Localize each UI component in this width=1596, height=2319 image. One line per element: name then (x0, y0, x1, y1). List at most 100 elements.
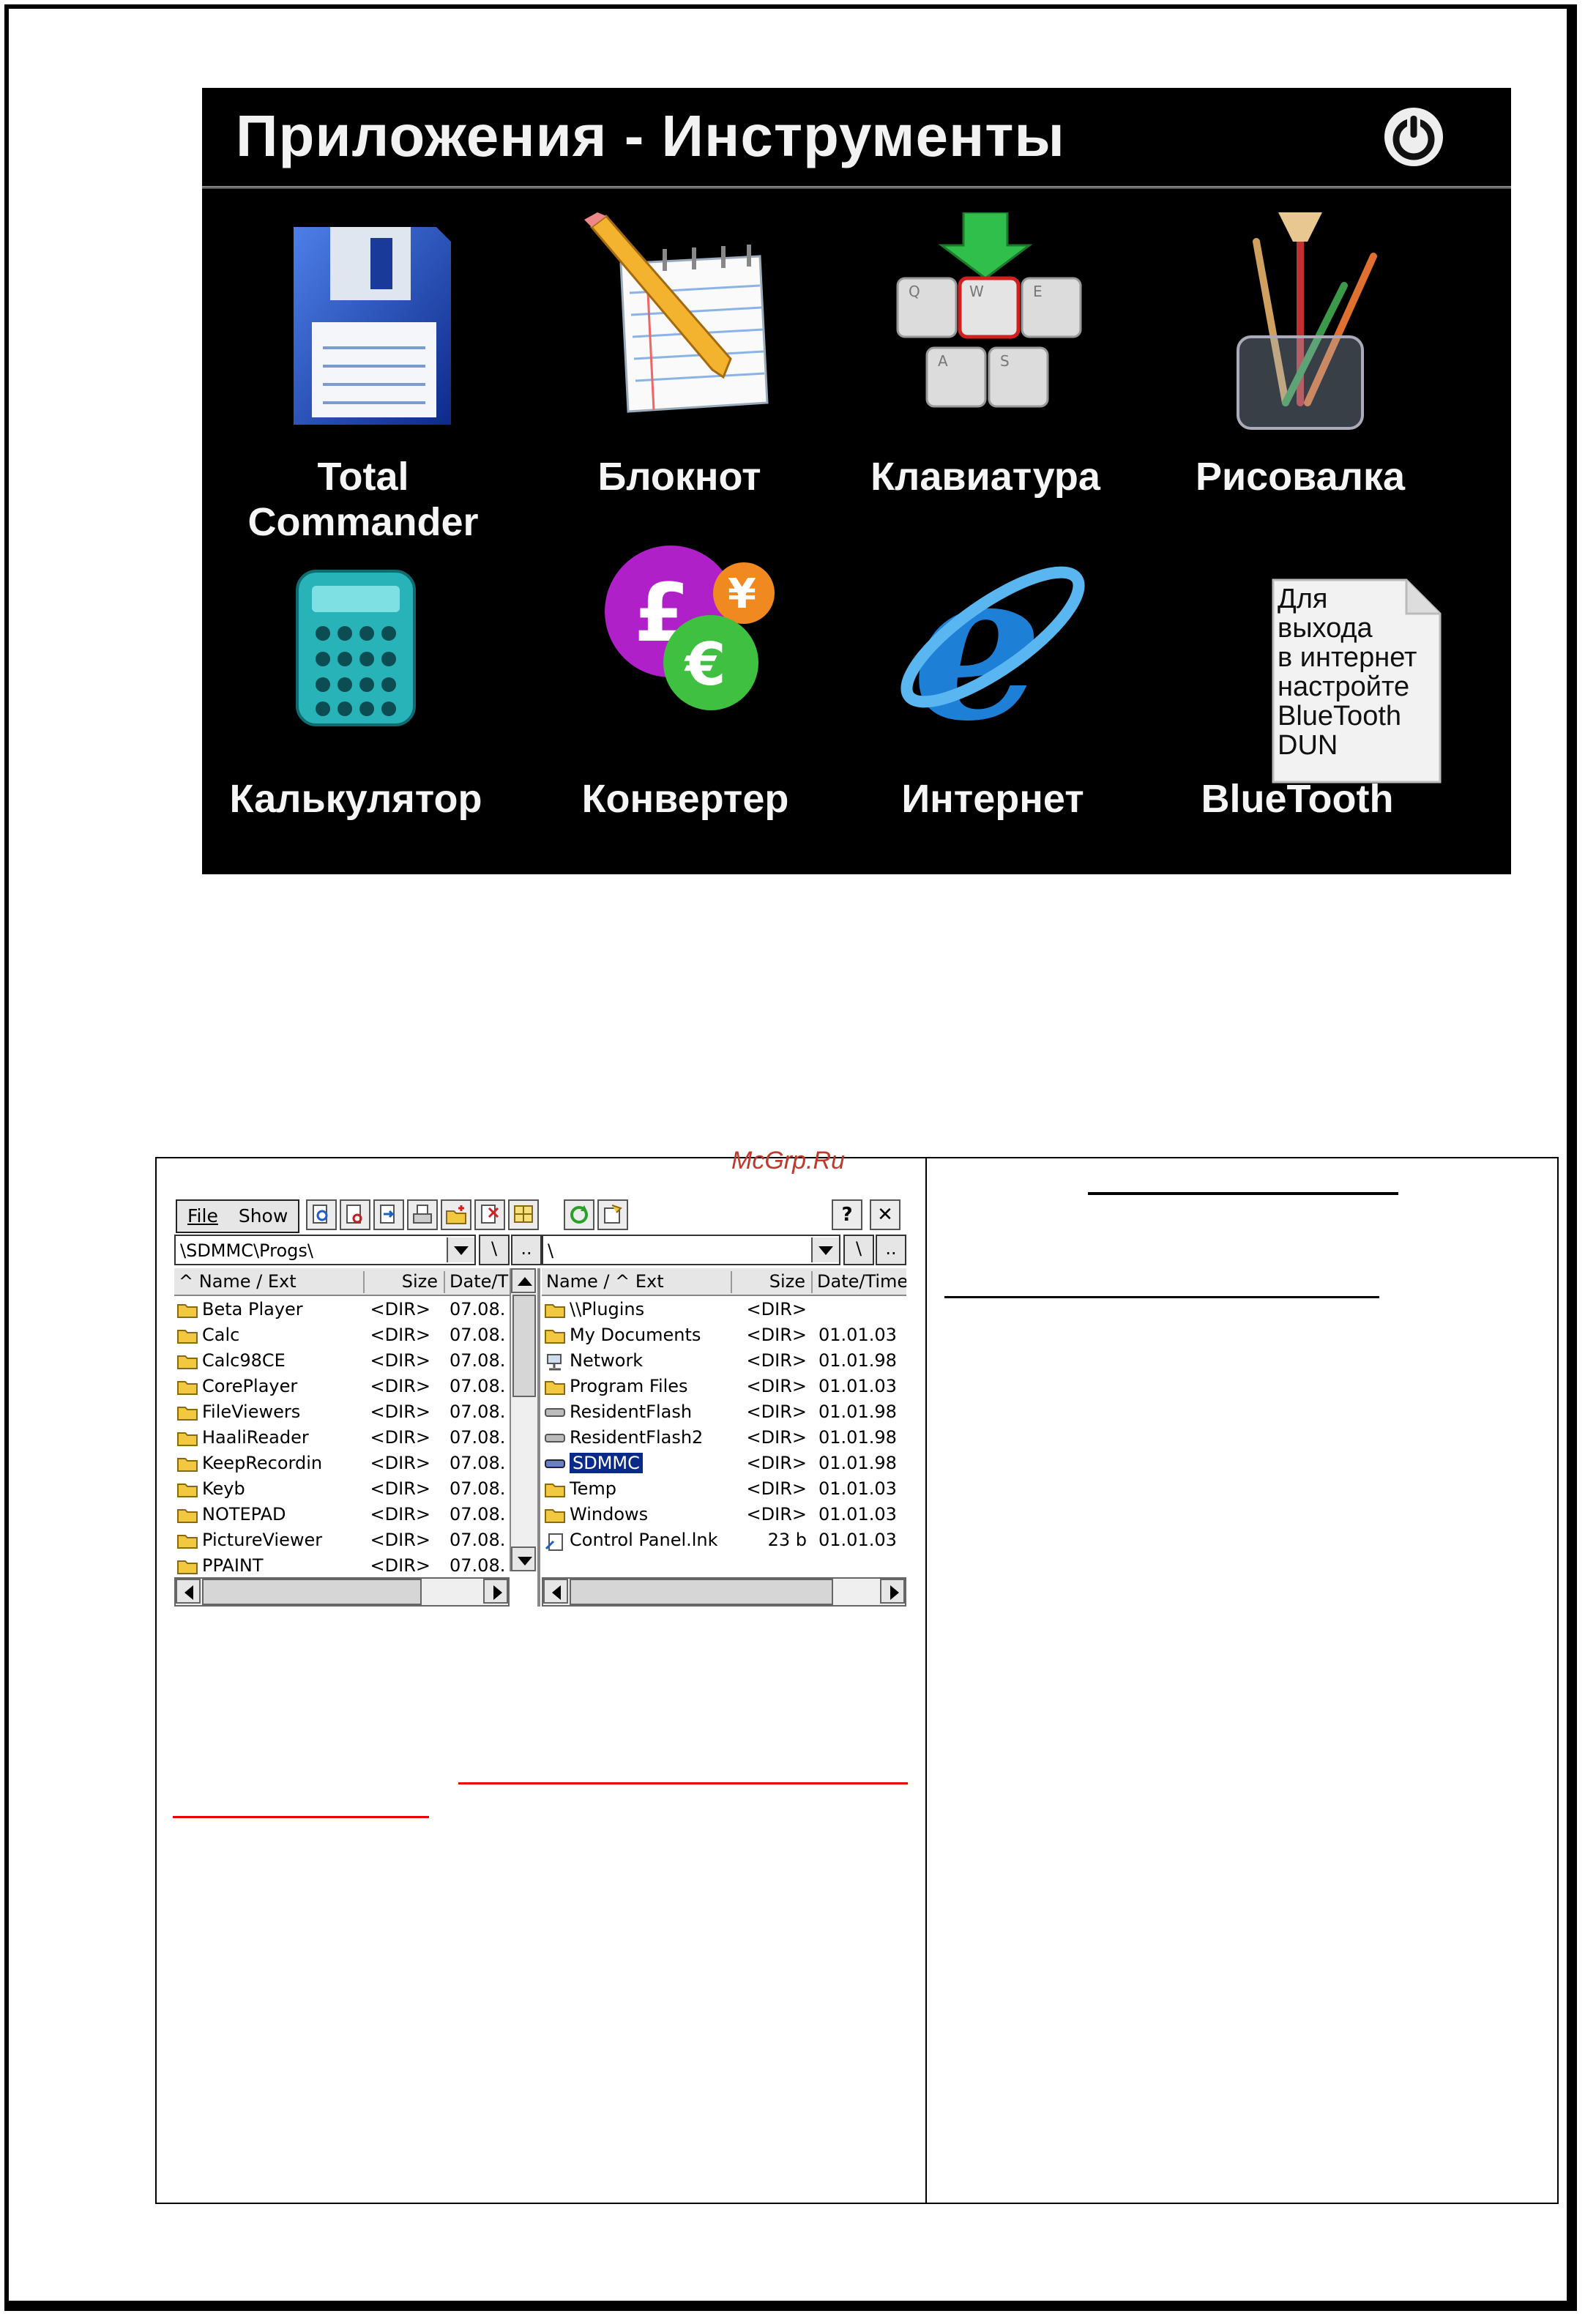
total-commander-window: File Show ? ✕ \SDMMC\Progs\ \ .. ^ Name /… (174, 1198, 906, 1615)
help-button[interactable]: ? (832, 1199, 862, 1230)
chevron-down-icon[interactable] (447, 1237, 474, 1262)
list-item[interactable]: PictureViewer <DIR> 07.08. (174, 1528, 508, 1555)
list-item[interactable]: Calc <DIR> 07.08. (174, 1323, 508, 1350)
tile-label: Конвертер (581, 777, 789, 821)
list-item[interactable]: Windows <DIR> 01.01.03 (542, 1503, 906, 1529)
list-item[interactable]: KeepRecordin <DIR> 07.08. (174, 1451, 508, 1478)
chevron-down-icon[interactable] (811, 1237, 839, 1262)
folder-icon (177, 1558, 198, 1579)
col-name[interactable]: ^ Name / Ext (174, 1271, 362, 1293)
right-horizontal-scrollbar[interactable] (542, 1577, 906, 1607)
file-date: 07.08. (450, 1427, 506, 1448)
left-vertical-scrollbar[interactable] (510, 1268, 539, 1571)
underline-rule (944, 1296, 1379, 1298)
left-path-combo[interactable]: \SDMMC\Progs\ (174, 1235, 476, 1265)
delete-button[interactable] (474, 1199, 505, 1230)
tile-internet[interactable]: e Интернет (832, 527, 1154, 864)
list-item[interactable]: NOTEPAD <DIR> 07.08. (174, 1503, 508, 1529)
list-item[interactable]: Program Files <DIR> 01.01.03 (542, 1374, 906, 1401)
list-item[interactable]: Calc98CE <DIR> 07.08. (174, 1349, 508, 1375)
list-item[interactable]: \\Plugins <DIR> (542, 1298, 906, 1324)
internet-explorer-icon: e (900, 535, 1085, 754)
scroll-left-arrow[interactable] (176, 1579, 201, 1604)
file-date: 07.08. (450, 1504, 506, 1525)
network-icon (545, 1353, 565, 1375)
red-underline (173, 1816, 429, 1818)
list-item[interactable]: ResidentFlash <DIR> 01.01.98 (542, 1400, 906, 1426)
print-button[interactable] (407, 1199, 438, 1230)
folder-icon (177, 1328, 198, 1348)
find-button[interactable] (306, 1199, 337, 1230)
panels-button[interactable] (508, 1199, 539, 1230)
left-path: \SDMMC\Progs\ (180, 1240, 313, 1261)
new-folder-button[interactable] (441, 1199, 471, 1230)
scroll-down-arrow[interactable] (511, 1546, 536, 1571)
new-folder-icon (446, 1205, 466, 1224)
close-button[interactable]: ✕ (870, 1199, 900, 1230)
list-item[interactable]: Beta Player <DIR> 07.08. (174, 1298, 508, 1324)
folder-icon (177, 1430, 198, 1451)
list-item[interactable]: FileViewers <DIR> 07.08. (174, 1400, 508, 1426)
file-name: Keyb (202, 1478, 245, 1499)
list-item[interactable]: CorePlayer <DIR> 07.08. (174, 1374, 508, 1401)
list-item[interactable]: Control Panel.lnk 23 b 01.01.03 (542, 1528, 906, 1555)
col-date[interactable]: Date/T (444, 1271, 510, 1293)
col-size[interactable]: Size (731, 1271, 810, 1293)
scroll-right-arrow[interactable] (880, 1579, 905, 1604)
right-path-combo[interactable]: \ (542, 1235, 840, 1265)
list-item[interactable]: ResidentFlash2 <DIR> 01.01.98 (542, 1426, 906, 1452)
list-item[interactable]: Network <DIR> 01.01.98 (542, 1349, 906, 1375)
file-size: <DIR> (370, 1453, 430, 1473)
list-item[interactable]: My Documents <DIR> 01.01.03 (542, 1323, 906, 1350)
file-name: ResidentFlash (570, 1402, 693, 1422)
calculator-icon (296, 570, 416, 726)
left-root-button[interactable]: \ (479, 1235, 510, 1265)
scroll-up-arrow[interactable] (511, 1268, 536, 1293)
right-column-header: Name / ^ Ext Size Date/Time (542, 1268, 906, 1296)
refresh-icon (570, 1205, 588, 1224)
left-up-button[interactable]: .. (511, 1235, 542, 1265)
right-up-button[interactable]: .. (876, 1235, 906, 1265)
scroll-right-arrow[interactable] (483, 1579, 508, 1604)
menu-show[interactable]: Show (228, 1201, 298, 1226)
properties-button[interactable] (597, 1199, 628, 1230)
scroll-thumb[interactable] (570, 1579, 833, 1605)
panel-splitter[interactable] (537, 1268, 540, 1607)
view-button[interactable] (340, 1199, 370, 1230)
svg-text:€: € (684, 630, 726, 699)
file-name: FileViewers (202, 1402, 301, 1422)
list-item[interactable]: PPAINT <DIR> 07.08. (174, 1554, 508, 1580)
list-item[interactable]: Temp <DIR> 01.01.03 (542, 1477, 906, 1503)
tile-notepad[interactable]: Блокнот (518, 205, 840, 542)
list-item[interactable]: Keyb <DIR> 07.08. (174, 1477, 508, 1503)
right-root-button[interactable]: \ (843, 1235, 874, 1265)
copy-button[interactable] (373, 1199, 404, 1230)
col-date[interactable]: Date/Time (811, 1271, 906, 1293)
file-size: <DIR> (370, 1299, 430, 1319)
tile-calculator[interactable]: Калькулятор (195, 527, 517, 864)
left-horizontal-scrollbar[interactable] (174, 1577, 510, 1607)
refresh-button[interactable] (564, 1199, 594, 1230)
file-name: NOTEPAD (202, 1504, 286, 1525)
col-size[interactable]: Size (363, 1271, 442, 1293)
power-icon[interactable] (1382, 105, 1445, 168)
file-name: CorePlayer (202, 1376, 298, 1396)
copy-arrow-icon (380, 1205, 395, 1224)
scroll-thumb[interactable] (202, 1579, 422, 1605)
menu-file[interactable]: File (177, 1201, 228, 1226)
tile-keyboard[interactable]: Q W E A S Клавиатура (824, 205, 1146, 542)
page-title: Приложения - Инструменты (236, 103, 1065, 168)
tile-converter[interactable]: £ ¥ € Конвертер (524, 527, 846, 864)
file-size: <DIR> (746, 1299, 807, 1319)
list-item[interactable]: SDMMC <DIR> 01.01.98 (542, 1451, 906, 1478)
col-name[interactable]: Name / ^ Ext (542, 1271, 729, 1293)
document-search-icon (346, 1205, 362, 1224)
menu-bar: File Show (176, 1199, 300, 1233)
file-name: PPAINT (202, 1555, 264, 1576)
list-item[interactable]: HaaliReader <DIR> 07.08. (174, 1426, 508, 1452)
file-size: <DIR> (370, 1504, 430, 1525)
scroll-thumb[interactable] (512, 1295, 536, 1397)
scroll-left-arrow[interactable] (543, 1579, 568, 1604)
tile-paint[interactable]: Рисовалка (1139, 205, 1461, 542)
tile-total-commander[interactable]: Total Commander (202, 205, 524, 544)
